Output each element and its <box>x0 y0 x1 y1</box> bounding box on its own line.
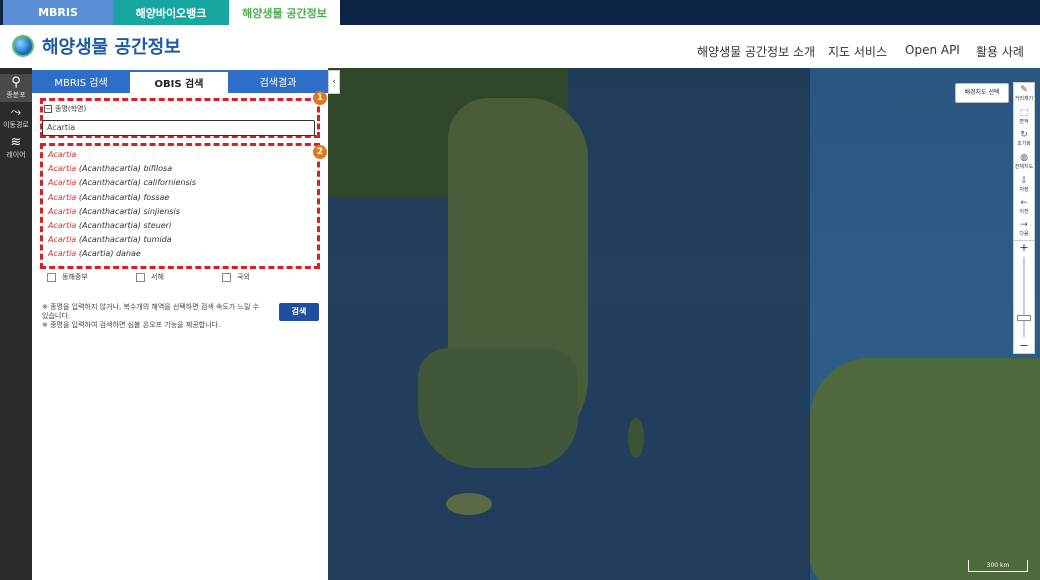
tab-marine-bio-bank[interactable]: 해양바이오뱅크 <box>113 0 229 25</box>
suggestion-rest: (Acanthacartia) sinjiensis <box>76 206 180 216</box>
rail-label: 종분포 <box>6 91 26 99</box>
map-toolbar: ✎ 거리재기 ⬚ 면적 ↻ 초기화 ◍ 전체지도 ⇩ 저장 ← 이전 → 다음 <box>1013 82 1035 242</box>
species-search-input[interactable]: Acartia <box>42 120 315 136</box>
checkbox-icon <box>222 272 231 282</box>
search-note-1: ※ 종명을 입력하지 않거나, 복수개의 해역을 선택하면 검색 속도가 느릴 … <box>42 303 260 320</box>
tool-prev[interactable]: ← 이전 <box>1014 198 1034 215</box>
ruler-icon: ✎ <box>1020 85 1028 95</box>
land-japan <box>810 358 1040 580</box>
zoom-control: + − <box>1013 240 1035 354</box>
tab-mbris[interactable]: MBRIS <box>3 0 113 25</box>
search-button[interactable]: 검색 <box>279 303 319 321</box>
next-icon: → <box>1020 220 1028 230</box>
suggestion-rest: (Acanthacartia) steueri <box>76 221 172 230</box>
layers-icon: ≋ <box>10 135 22 150</box>
suggestion-rest: (Acartia) danae <box>76 249 141 259</box>
nav-intro[interactable]: 해양생물 공간정보 소개 <box>697 43 815 60</box>
checkbox-icon <box>47 272 56 282</box>
checkbox-icon <box>136 272 145 282</box>
rail-layers[interactable]: ≋ 레이어 <box>0 136 32 160</box>
suggestion-genus: Acartia <box>48 192 77 202</box>
site-header: 해양생물 공간정보 해양생물 공간정보 소개 지도 서비스 Open API 활… <box>0 25 1040 68</box>
tool-reset[interactable]: ↻ 초기화 <box>1014 130 1034 147</box>
step-badge-1: 1 <box>313 91 327 105</box>
suggestion-item[interactable]: Acartia (Acanthacartia) californiensis <box>48 178 196 187</box>
land-jeju <box>446 493 492 515</box>
suggestion-item[interactable]: Acartia (Acartia) danae <box>48 249 141 258</box>
suggestion-item[interactable]: Acartia (Acanthacartia) sinjiensis <box>48 207 180 216</box>
region-checkbox-overseas[interactable]: 국외 <box>222 272 250 282</box>
map-scale-bar: 300 km <box>968 560 1028 572</box>
suggestion-genus: Acartia <box>48 249 77 259</box>
zoom-in-button[interactable]: + <box>1014 241 1034 254</box>
suggestion-rest: (Acanthacartia) tumida <box>76 235 172 245</box>
tool-area[interactable]: ⬚ 면적 <box>1014 108 1034 125</box>
suggestion-item[interactable]: Acartia (Acanthacartia) steueri <box>48 221 171 230</box>
suggestion-genus: Acartia <box>48 164 77 174</box>
globe-icon: ◍ <box>1020 153 1028 163</box>
suggestion-genus: Acartia <box>48 178 77 188</box>
tool-ruler[interactable]: ✎ 거리재기 <box>1014 85 1034 102</box>
species-name-label: − 종명(학명) <box>44 104 86 114</box>
area-icon: ⬚ <box>1019 108 1029 118</box>
suggestion-genus: Acartia <box>48 206 77 216</box>
panel-tabs: MBRIS 검색 OBIS 검색 검색결과 <box>32 70 328 93</box>
species-distribution-icon: ⚲ <box>11 75 21 90</box>
site-logo[interactable]: 해양생물 공간정보 <box>12 33 181 59</box>
zoom-slider-handle[interactable] <box>1017 315 1031 321</box>
rail-label: 레이어 <box>6 151 26 159</box>
collapse-panel-button[interactable]: ‹ <box>328 70 340 94</box>
reset-icon: ↻ <box>1020 130 1028 140</box>
basemap-select-button[interactable]: 배경지도 선택 <box>955 83 1009 103</box>
suggestion-genus: Acartia <box>48 150 77 159</box>
tool-next[interactable]: → 다음 <box>1014 220 1034 237</box>
region-checkbox-east-central[interactable]: 동해중부 <box>47 272 88 282</box>
suggestion-rest: (Acanthacartia) californiensis <box>76 178 197 188</box>
suggestion-item[interactable]: Acartia <box>48 150 76 159</box>
collapse-minus-icon[interactable]: − <box>44 105 52 113</box>
route-icon: ⤳ <box>10 105 22 120</box>
zoom-out-button[interactable]: − <box>1014 339 1034 352</box>
step-badge-2: 2 <box>313 145 327 159</box>
top-bar: MBRIS 해양바이오뱅크 해양생물 공간정보 <box>0 0 1040 25</box>
tool-save[interactable]: ⇩ 저장 <box>1014 176 1034 193</box>
tab-obis-search[interactable]: OBIS 검색 <box>130 70 228 93</box>
globe-logo-icon <box>12 35 34 57</box>
tab-marine-spatial-info[interactable]: 해양생물 공간정보 <box>229 0 340 25</box>
tool-full-map[interactable]: ◍ 전체지도 <box>1014 153 1034 170</box>
zoom-track[interactable] <box>1023 257 1025 337</box>
land-island <box>628 418 644 458</box>
nav-open-api[interactable]: Open API <box>905 43 960 57</box>
nav-map-service[interactable]: 지도 서비스 <box>828 43 887 60</box>
region-checkbox-west[interactable]: 서해 <box>136 272 164 282</box>
nav-use-cases[interactable]: 활용 사례 <box>976 43 1024 60</box>
suggestion-item[interactable]: Acartia (Acanthacartia) tumida <box>48 235 172 244</box>
rail-route[interactable]: ⤳ 이동경로 <box>0 106 32 130</box>
suggestion-item[interactable]: Acartia (Acanthacartia) bifilosa <box>48 164 172 173</box>
species-label-text: 종명(학명) <box>55 105 87 113</box>
tab-search-results[interactable]: 검색결과 <box>228 70 328 93</box>
map-view[interactable] <box>328 68 1040 580</box>
search-note-2: ※ 종명을 입력하여 검색하면 심볼 온오프 기능을 제공합니다. <box>42 321 221 329</box>
prev-icon: ← <box>1020 198 1028 208</box>
save-icon: ⇩ <box>1020 176 1028 186</box>
suggestion-item[interactable]: Acartia (Acanthacartia) fossae <box>48 193 169 202</box>
site-title: 해양생물 공간정보 <box>42 37 181 58</box>
suggestion-rest: (Acanthacartia) fossae <box>76 192 170 202</box>
land-south <box>418 348 578 468</box>
suggestion-genus: Acartia <box>48 235 77 245</box>
rail-species-distribution[interactable]: ⚲ 종분포 <box>0 74 32 102</box>
rail-label: 이동경로 <box>3 121 29 129</box>
suggestion-rest: (Acanthacartia) bifilosa <box>76 164 173 174</box>
tab-mbris-search[interactable]: MBRIS 검색 <box>32 70 130 93</box>
suggestion-genus: Acartia <box>48 221 77 230</box>
